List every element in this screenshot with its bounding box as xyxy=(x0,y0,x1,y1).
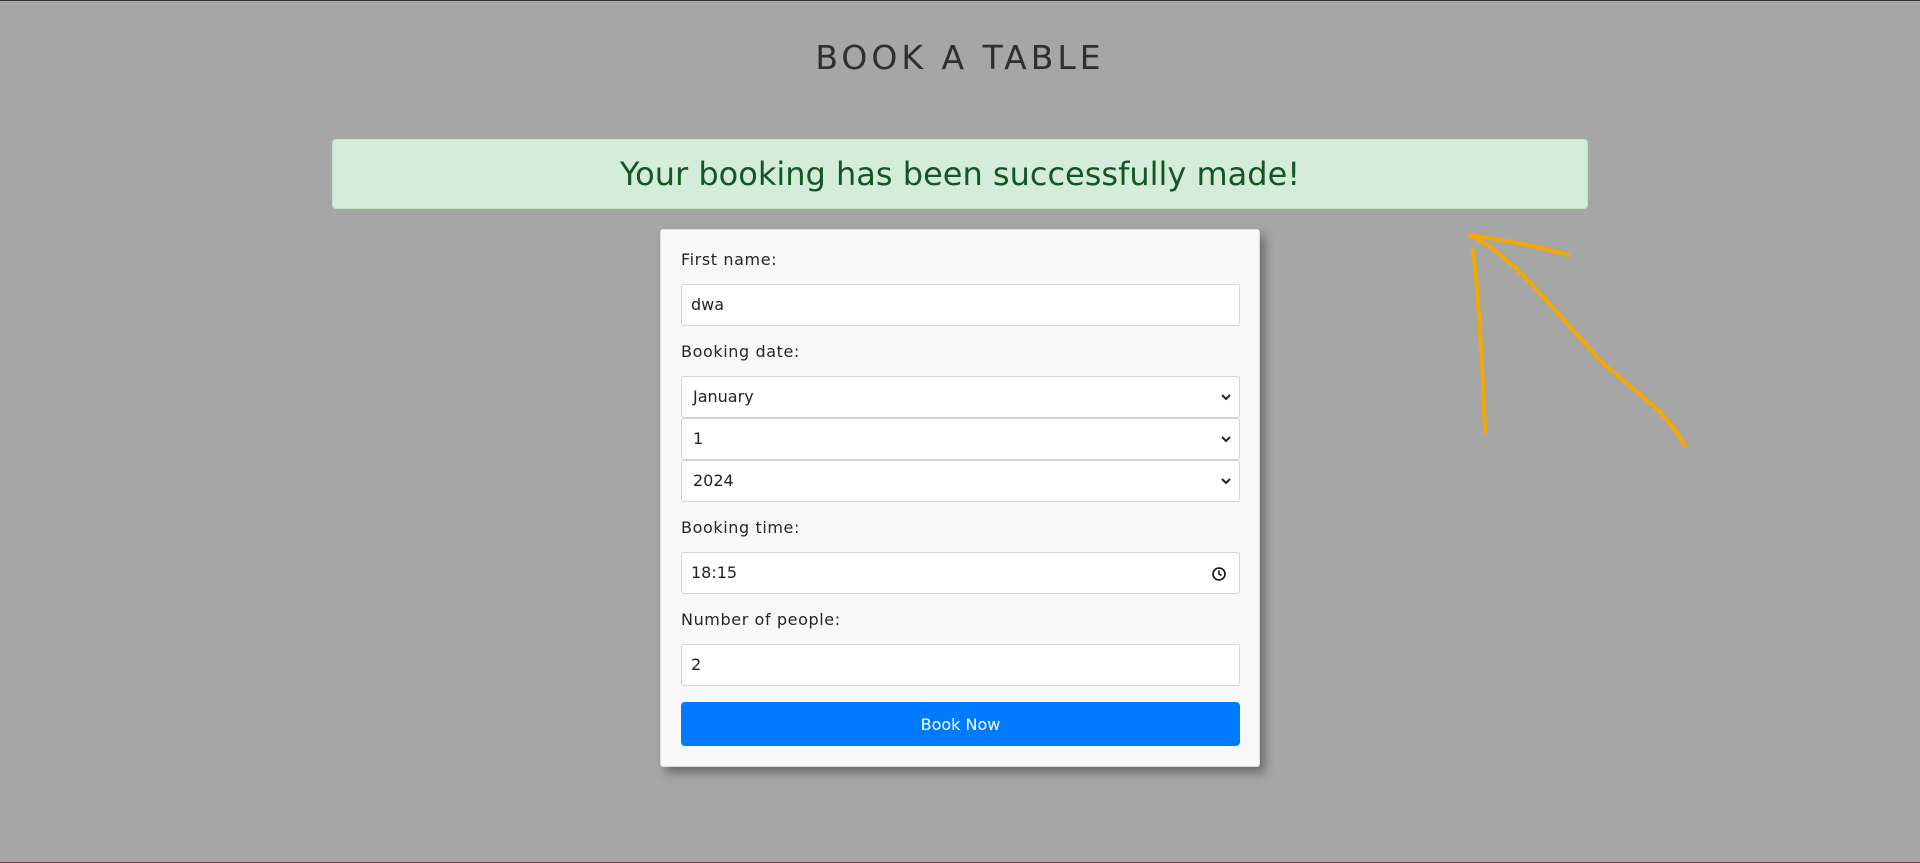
day-value: 1 xyxy=(693,429,704,448)
people-value: 2 xyxy=(691,655,702,674)
booking-time-value: 18:15 xyxy=(691,563,738,582)
success-alert: Your booking has been successfully made! xyxy=(332,139,1588,209)
first-name-value: dwa xyxy=(691,295,725,314)
booking-form: First name: dwa Booking date: January 1 … xyxy=(660,229,1260,767)
chevron-down-icon xyxy=(1221,478,1231,485)
arrow-annotation xyxy=(1468,233,1687,448)
page-title: BOOK A TABLE xyxy=(815,38,1105,77)
clock-icon[interactable] xyxy=(1211,566,1227,582)
month-value: January xyxy=(693,387,754,406)
booking-time-label: Booking time: xyxy=(681,518,800,537)
book-now-button[interactable]: Book Now xyxy=(681,702,1240,746)
people-label: Number of people: xyxy=(681,610,841,629)
first-name-input[interactable]: dwa xyxy=(681,284,1240,326)
booking-date-label: Booking date: xyxy=(681,342,800,361)
day-select[interactable]: 1 xyxy=(681,418,1240,460)
booking-time-input[interactable]: 18:15 xyxy=(681,552,1240,594)
year-select[interactable]: 2024 xyxy=(681,460,1240,502)
people-input[interactable]: 2 xyxy=(681,644,1240,686)
month-select[interactable]: January xyxy=(681,376,1240,418)
first-name-label: First name: xyxy=(681,250,778,269)
chevron-down-icon xyxy=(1221,394,1231,401)
chevron-down-icon xyxy=(1221,436,1231,443)
window-top-border xyxy=(0,0,1920,1)
year-value: 2024 xyxy=(693,471,734,490)
